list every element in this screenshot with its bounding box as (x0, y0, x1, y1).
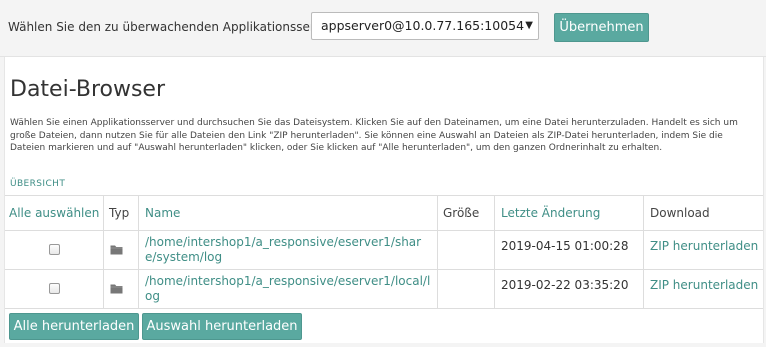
overview-link[interactable]: ÜBERSICHT (10, 179, 65, 189)
modified-header[interactable]: Letzte Änderung (495, 196, 644, 230)
file-size (438, 231, 495, 269)
file-modified-date: 2019-04-15 01:00:28 (501, 239, 629, 253)
folder-icon (110, 284, 123, 294)
download-all-button[interactable]: Alle herunterladen (9, 313, 139, 340)
table-row: /home/intershop1/a_responsive/eserver1/l… (5, 270, 763, 309)
download-header: Download (650, 206, 710, 220)
size-header: Größe (438, 196, 495, 230)
server-select-label: Wählen Sie den zu überwachenden Applikat… (8, 20, 339, 34)
server-select[interactable]: appserver0@10.0.77.165:10054 ▼ (311, 12, 539, 40)
page-title: Datei-Browser (10, 77, 165, 102)
type-header: Typ (104, 196, 139, 230)
zip-download-link[interactable]: ZIP herunterladen (650, 231, 758, 261)
server-select-value: appserver0@10.0.77.165:10054 (321, 18, 525, 33)
download-selection-button[interactable]: Auswahl herunterladen (142, 313, 302, 340)
apply-button[interactable]: Übernehmen (554, 13, 649, 42)
row-checkbox[interactable] (49, 283, 60, 294)
zip-download-link[interactable]: ZIP herunterladen (650, 270, 758, 300)
dropdown-caret-icon: ▼ (525, 20, 533, 31)
file-modified-date: 2019-02-22 03:35:20 (501, 278, 629, 292)
file-name-link[interactable]: /home/intershop1/a_responsive/eserver1/s… (145, 235, 431, 265)
file-table: Alle auswählen Typ Name Größe Letzte Änd… (5, 195, 763, 309)
file-size (438, 270, 495, 308)
server-selection-bar: Wählen Sie den zu überwachenden Applikat… (0, 0, 766, 57)
page-description: Wählen Sie einen Applikationsserver und … (10, 118, 738, 154)
file-name-link[interactable]: /home/intershop1/a_responsive/eserver1/l… (145, 274, 431, 304)
file-browser-panel: Datei-Browser Wählen Sie einen Applikati… (4, 57, 764, 343)
table-header-row: Alle auswählen Typ Name Größe Letzte Änd… (5, 196, 763, 231)
row-checkbox[interactable] (49, 244, 60, 255)
table-row: /home/intershop1/a_responsive/eserver1/s… (5, 231, 763, 270)
folder-icon (110, 245, 123, 255)
name-header[interactable]: Name (139, 196, 438, 230)
select-all-header[interactable]: Alle auswählen (5, 196, 104, 230)
